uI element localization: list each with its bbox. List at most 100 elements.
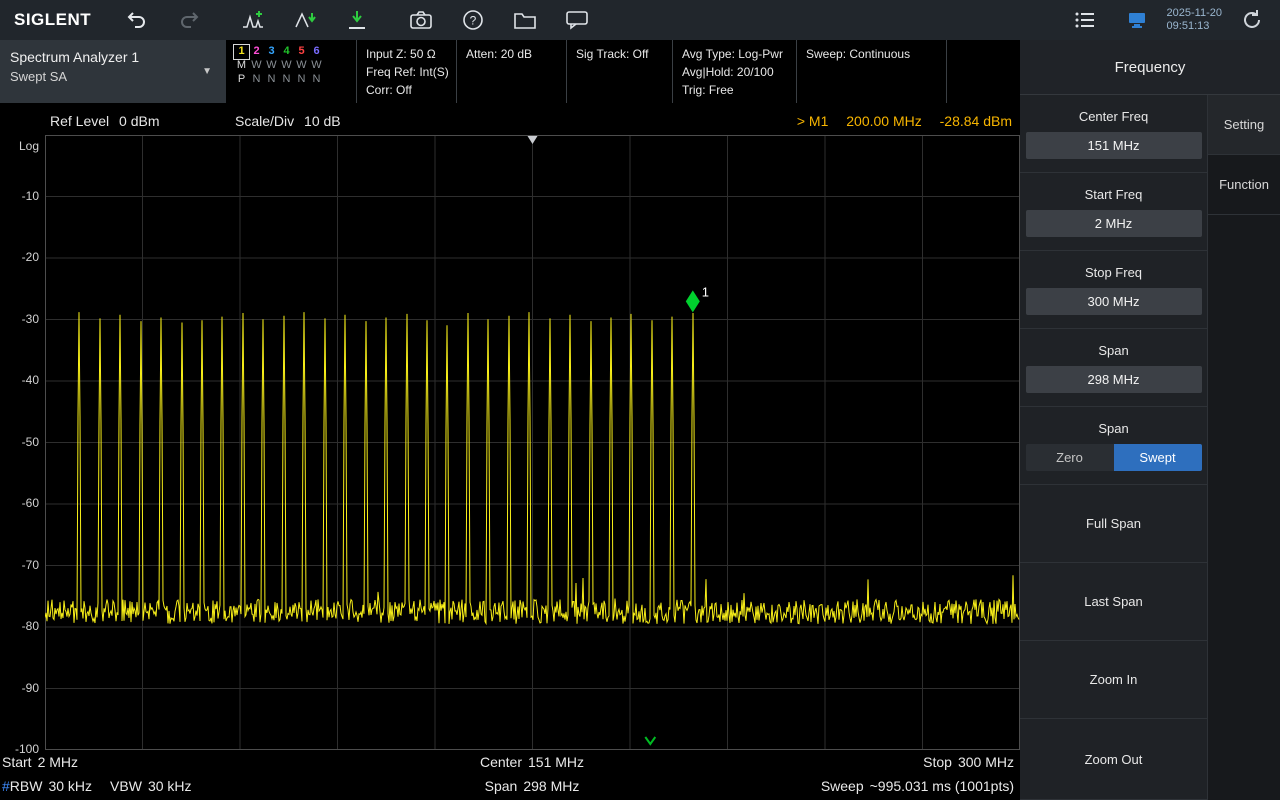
last-span-button[interactable]: Last Span [1020, 563, 1208, 641]
trace-5-number: 5 [294, 45, 309, 59]
y-axis-tick-label: -30 [22, 312, 39, 326]
stop-freq-value[interactable]: 300 MHz [1026, 288, 1202, 315]
top-toolbar: SIGLENT ? [0, 0, 1280, 40]
chart-area[interactable]: 1 [45, 135, 1020, 750]
screenshot-icon[interactable] [401, 5, 441, 35]
sweep-cell[interactable]: Sweep: Continuous [796, 40, 946, 103]
center-freq-indicator [528, 136, 538, 144]
trace-6-mode: W [309, 59, 324, 73]
peak-search-icon[interactable] [285, 5, 325, 35]
trace-table[interactable]: 1 2 3 4 5 6 M W W W W W P N N N N N [226, 40, 356, 103]
instrument-mode: Spectrum Analyzer 1 [10, 49, 226, 65]
datetime-display: 2025-11-20 09:51:13 [1167, 7, 1222, 33]
history-icon[interactable] [1232, 5, 1272, 35]
stop-freq-button[interactable]: Stop Freq 300 MHz [1020, 251, 1208, 329]
sweep-time-readout[interactable]: Sweep~995.031 ms (1001pts) [821, 778, 1014, 794]
marker-1-diamond [686, 290, 700, 312]
y-axis-tick-label: -70 [22, 558, 39, 572]
date-text: 2025-11-20 [1167, 7, 1222, 20]
x-axis-annotation-row1: Start2 MHz Center151 MHz Stop300 MHz [0, 752, 1020, 776]
center-freq-button[interactable]: Center Freq 151 MHz [1020, 95, 1208, 173]
trace-4-number: 4 [279, 45, 294, 59]
x-axis-annotation-row2: #RBW30 kHzVBW30 kHz Span298 MHz Sweep~99… [0, 776, 1020, 800]
y-axis-scale-type: Log [19, 139, 39, 153]
sig-track-status: Sig Track: Off [576, 45, 664, 63]
avg-type-status: Avg Type: Log-Pwr [682, 45, 788, 63]
status-bar: Spectrum Analyzer 1 Swept SA ▼ 1 2 3 4 5… [0, 40, 1020, 103]
marker-1-label: 1 [702, 284, 709, 299]
menu-side-tabs: Setting Function [1208, 95, 1280, 800]
span-mode-toggle: Zero Swept [1026, 444, 1202, 471]
trig-status: Trig: Free [682, 81, 788, 99]
y-axis-tick-label: -20 [22, 250, 39, 264]
measurement-mode: Swept SA [10, 69, 226, 84]
sweep-status: Sweep: Continuous [806, 45, 938, 63]
time-text: 09:51:13 [1167, 20, 1222, 33]
trace-3-mode: W [264, 59, 279, 73]
trace-2-mode: W [249, 59, 264, 73]
start-freq-value[interactable]: 2 MHz [1026, 210, 1202, 237]
trace-6-detector: N [309, 73, 324, 87]
freq-ref-status: Freq Ref: Int(S) [366, 63, 448, 81]
svg-text:?: ? [470, 14, 477, 28]
marker-id: > M1 [797, 113, 829, 129]
trace-1-detector: P [234, 73, 249, 87]
scale-value: 10 dB [304, 113, 341, 129]
lan-status-icon[interactable] [1117, 5, 1157, 35]
mode-selector-dropdown[interactable]: Spectrum Analyzer 1 Swept SA ▼ [0, 40, 226, 103]
axis-indicator [645, 737, 655, 744]
center-freq-readout: Center151 MHz [480, 754, 584, 770]
sig-track-cell[interactable]: Sig Track: Off [566, 40, 672, 103]
siglent-logo: SIGLENT [14, 10, 91, 30]
trace-3-number: 3 [264, 45, 279, 59]
spectrum-analyzer-screen: SIGLENT ? [0, 0, 1280, 800]
chart-header: Ref Level 0 dBm Scale/Div 10 dB > M1 200… [0, 109, 1020, 135]
trace-4-detector: N [279, 73, 294, 87]
frequency-menu-panel: Frequency Center Freq 151 MHz Start Freq… [1020, 40, 1280, 800]
input-settings-cell[interactable]: Input Z: 50 Ω Freq Ref: Int(S) Corr: Off [356, 40, 456, 103]
message-icon[interactable] [557, 5, 597, 35]
ref-level-value: 0 dBm [119, 113, 159, 129]
trace-3-detector: N [264, 73, 279, 87]
ref-level-label: Ref Level [50, 113, 109, 129]
help-icon[interactable]: ? [453, 5, 493, 35]
atten-cell[interactable]: Atten: 20 dB [456, 40, 566, 103]
start-freq-button[interactable]: Start Freq 2 MHz [1020, 173, 1208, 251]
trace-5-detector: N [294, 73, 309, 87]
task-list-icon[interactable] [1065, 5, 1105, 35]
span-readout[interactable]: Span298 MHz [485, 778, 580, 794]
center-freq-value[interactable]: 151 MHz [1026, 132, 1202, 159]
corr-status: Corr: Off [366, 81, 448, 99]
zoom-out-button[interactable]: Zoom Out [1020, 719, 1208, 800]
tab-function[interactable]: Function [1208, 155, 1280, 215]
span-button[interactable]: Span 298 MHz [1020, 329, 1208, 407]
span-mode-button[interactable]: Span Zero Swept [1020, 407, 1208, 485]
menu-title: Frequency [1020, 40, 1280, 95]
full-span-button[interactable]: Full Span [1020, 485, 1208, 563]
y-axis-tick-label: -10 [22, 189, 39, 203]
avg-trig-cell[interactable]: Avg Type: Log-Pwr Avg|Hold: 20/100 Trig:… [672, 40, 796, 103]
y-axis-tick-label: -80 [22, 619, 39, 633]
tab-setting[interactable]: Setting [1208, 95, 1280, 155]
span-zero-option[interactable]: Zero [1026, 444, 1114, 471]
menu-buttons-column: Center Freq 151 MHz Start Freq 2 MHz Sto… [1020, 95, 1208, 800]
ref-level-readout[interactable]: Ref Level 0 dBm [50, 113, 160, 129]
undo-icon[interactable] [117, 5, 157, 35]
trace-6-number: 6 [309, 45, 324, 59]
marker-frequency: 200.00 MHz [846, 113, 921, 129]
zoom-in-button[interactable]: Zoom In [1020, 641, 1208, 719]
scale-div-readout[interactable]: Scale/Div 10 dB [235, 113, 341, 129]
chevron-down-icon: ▼ [202, 66, 212, 77]
span-swept-option[interactable]: Swept [1114, 444, 1202, 471]
scale-label: Scale/Div [235, 113, 294, 129]
span-value[interactable]: 298 MHz [1026, 366, 1202, 393]
auto-tune-icon[interactable] [233, 5, 273, 35]
file-icon[interactable] [505, 5, 545, 35]
redo-icon[interactable] [169, 5, 209, 35]
stop-freq-readout: Stop300 MHz [923, 754, 1014, 770]
preset-icon[interactable] [337, 5, 377, 35]
spectrum-plot[interactable]: 1 [45, 135, 1020, 750]
rbw-coupled-flag: # [2, 778, 10, 794]
marker-amplitude: -28.84 dBm [940, 113, 1012, 129]
rbw-vbw-readout[interactable]: #RBW30 kHzVBW30 kHz [2, 778, 192, 794]
